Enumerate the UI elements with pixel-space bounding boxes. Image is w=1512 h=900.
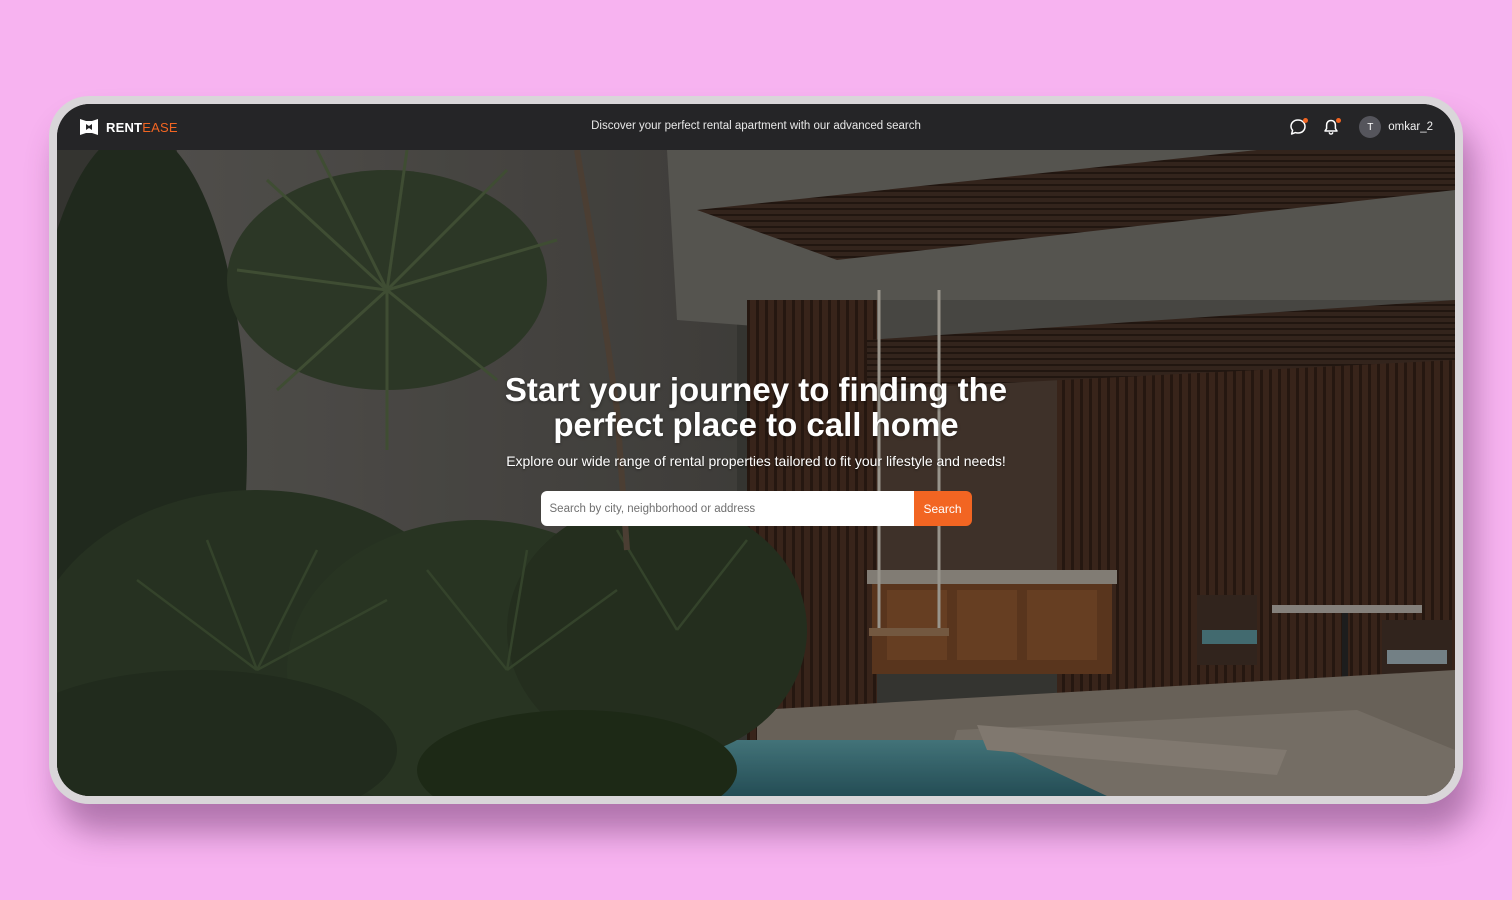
search-input[interactable] [540, 491, 914, 526]
navbar: RENTEASE Discover your perfect rental ap… [57, 104, 1455, 150]
search-button[interactable]: Search [913, 491, 972, 526]
messages-button[interactable] [1288, 117, 1309, 137]
device-frame: RENTEASE Discover your perfect rental ap… [49, 96, 1463, 804]
hero-content: Start your journey to finding the perfec… [57, 372, 1455, 526]
navbar-actions: T omkar_2 [1288, 114, 1433, 140]
username[interactable]: omkar_2 [1388, 121, 1433, 133]
notifications-notification-dot [1336, 118, 1342, 123]
hero-subtitle: Explore our wide range of rental propert… [506, 453, 1006, 469]
header-tagline: Discover your perfect rental apartment w… [591, 120, 921, 132]
notifications-button[interactable] [1321, 117, 1342, 137]
hero-title: Start your journey to finding the perfec… [504, 371, 1008, 443]
search-bar: Search [540, 491, 972, 526]
messages-notification-dot [1303, 118, 1309, 123]
browser-screen: RENTEASE Discover your perfect rental ap… [57, 104, 1455, 796]
avatar[interactable]: T [1359, 116, 1382, 138]
hero-section: Start your journey to finding the perfec… [57, 150, 1455, 796]
